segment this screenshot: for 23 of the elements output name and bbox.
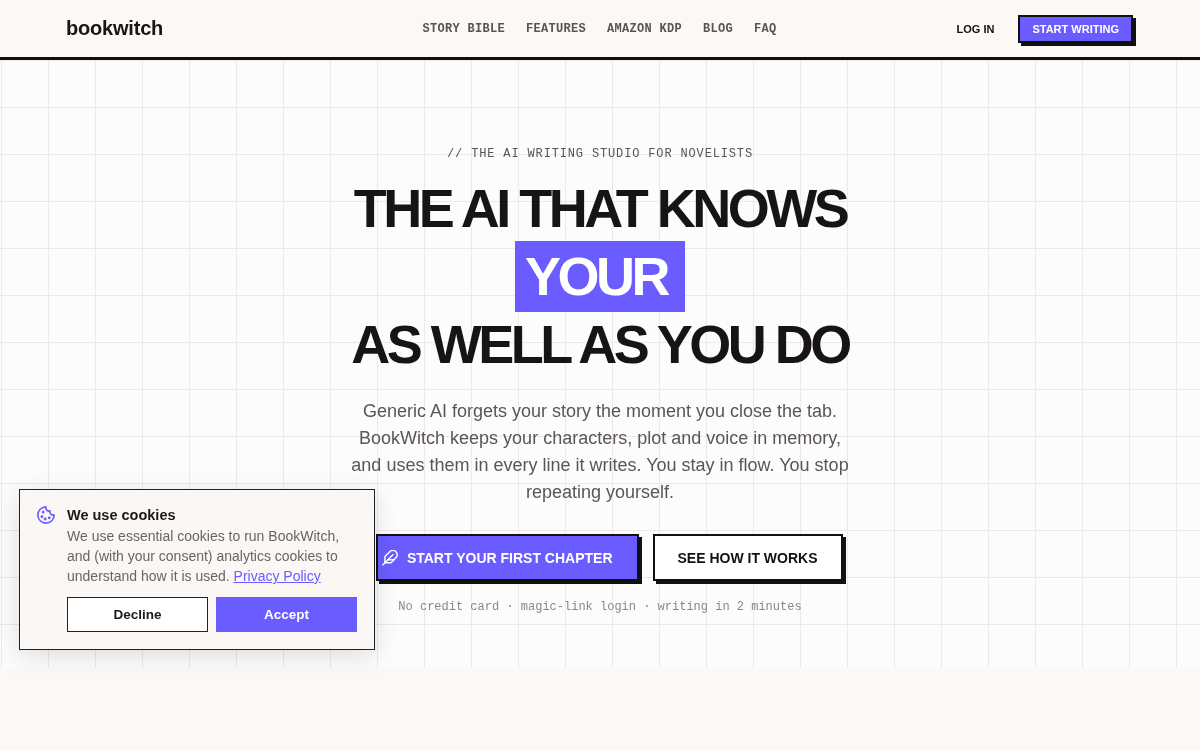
headline-text: AS WELL AS YOU DO [350, 313, 851, 376]
cookie-title: We use cookies [67, 507, 176, 523]
nav-link[interactable]: FAQ [754, 21, 777, 36]
accept-button[interactable]: Accept [216, 597, 357, 632]
start-writing-button[interactable]: START WRITING [1018, 14, 1133, 43]
highlighted-headline-text: YOUR [515, 241, 685, 312]
login-link[interactable]: LOG IN [956, 22, 995, 35]
cookie-icon [37, 506, 55, 524]
headline-text: THE AI THAT KNOWS [352, 177, 848, 240]
nav-link[interactable]: AMAZON KDP [607, 21, 682, 36]
logo-text[interactable]: bookwitch [66, 17, 164, 39]
nav-link[interactable]: FEATURES [525, 21, 586, 36]
nav-link[interactable]: BLOG [703, 21, 733, 36]
decline-button[interactable]: Decline [67, 597, 208, 632]
feather-icon [381, 549, 398, 566]
note-text: No credit card · magic-link login · writing in 2 minutes [398, 600, 802, 614]
how-it-works-button[interactable]: SEE HOW IT WORKS [652, 534, 843, 581]
start-chapter-button[interactable]: START YOUR FIRST CHAPTER [375, 534, 639, 581]
privacy-policy-link[interactable]: Privacy Policy [233, 568, 321, 584]
eyebrow-text: // THE AI WRITING STUDIO FOR NOVELISTS [447, 147, 753, 161]
description-text: Generic AI forgets your story the moment you close the tab. BookWitch keeps your characters, plot and voice in memory, and uses them in every line it writes. You stay in flow. You stop repeating yourself. [351, 400, 849, 504]
cookie-text: We use essential cookies to run BookWitch, and (with your consent) analytics cookies to understand how it is used. Privacy Policy [67, 527, 341, 586]
nav-link[interactable]: STORY BIBLE [422, 21, 505, 36]
